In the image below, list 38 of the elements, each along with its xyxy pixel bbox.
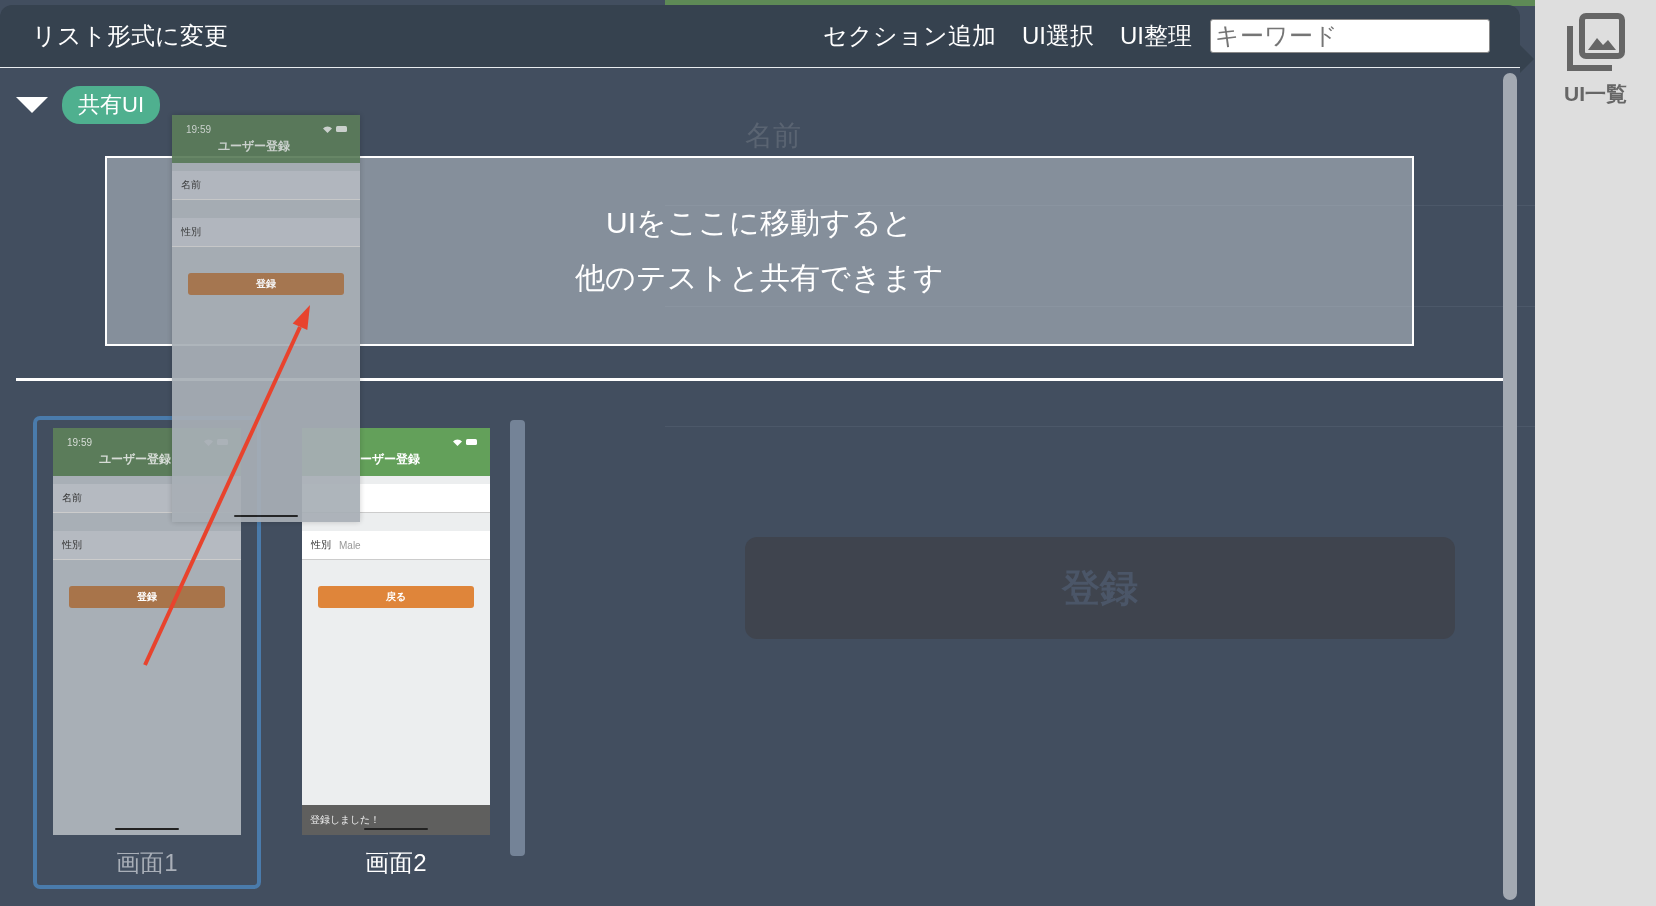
wifi-icon	[323, 125, 332, 133]
list-view-button[interactable]: リスト形式に変更	[32, 20, 228, 52]
collapse-triangle-icon[interactable]	[16, 97, 48, 113]
toolbar-button[interactable]: UI選択	[1022, 20, 1094, 52]
home-indicator	[234, 515, 298, 517]
field-label: 性別	[311, 538, 331, 552]
app-button: 戻る	[318, 586, 474, 608]
screen-title: ーザー登録	[359, 451, 421, 468]
ui-list-button[interactable]: UI一覧	[1564, 12, 1627, 108]
drop-hint: 他のテストと共有できます	[575, 260, 944, 296]
app-button: 登録	[69, 586, 225, 608]
field-label: 性別	[181, 225, 201, 239]
field-value: Male	[339, 539, 361, 551]
screen-label: 画面2	[365, 848, 427, 878]
scrollbar[interactable]	[510, 420, 525, 856]
scrollbar[interactable]	[1503, 73, 1517, 900]
toast-message: 登録しました！	[302, 805, 490, 835]
status-time: 19:59	[67, 436, 93, 448]
battery-icon	[466, 439, 478, 445]
search-field[interactable]: キーワード	[1210, 19, 1490, 53]
drop-hint: UIをここに移動すると	[606, 205, 913, 241]
app-button: 登録	[188, 273, 344, 295]
screen-label: 画面1	[116, 848, 178, 878]
battery-icon	[336, 126, 348, 132]
toolbar-button[interactable]: セクション追加	[823, 20, 996, 52]
wifi-icon	[453, 438, 462, 446]
status-time: 19:59	[186, 123, 212, 135]
screen-title: ユーザー登録	[217, 138, 291, 155]
home-indicator	[115, 828, 179, 830]
field-label: 性別	[62, 538, 82, 552]
home-indicator	[364, 828, 428, 830]
field-label: 名前	[62, 491, 82, 505]
screen-title: ユーザー登録	[98, 451, 172, 468]
image-stack-icon	[1565, 12, 1626, 74]
field-label: 名前	[181, 178, 201, 192]
toolbar-button[interactable]: UI整理	[1120, 20, 1192, 52]
drag-preview[interactable]: 19:59 ユーザー登録 名前 性別 登録	[172, 115, 360, 522]
shared-ui-badge: 共有UI	[62, 86, 160, 124]
